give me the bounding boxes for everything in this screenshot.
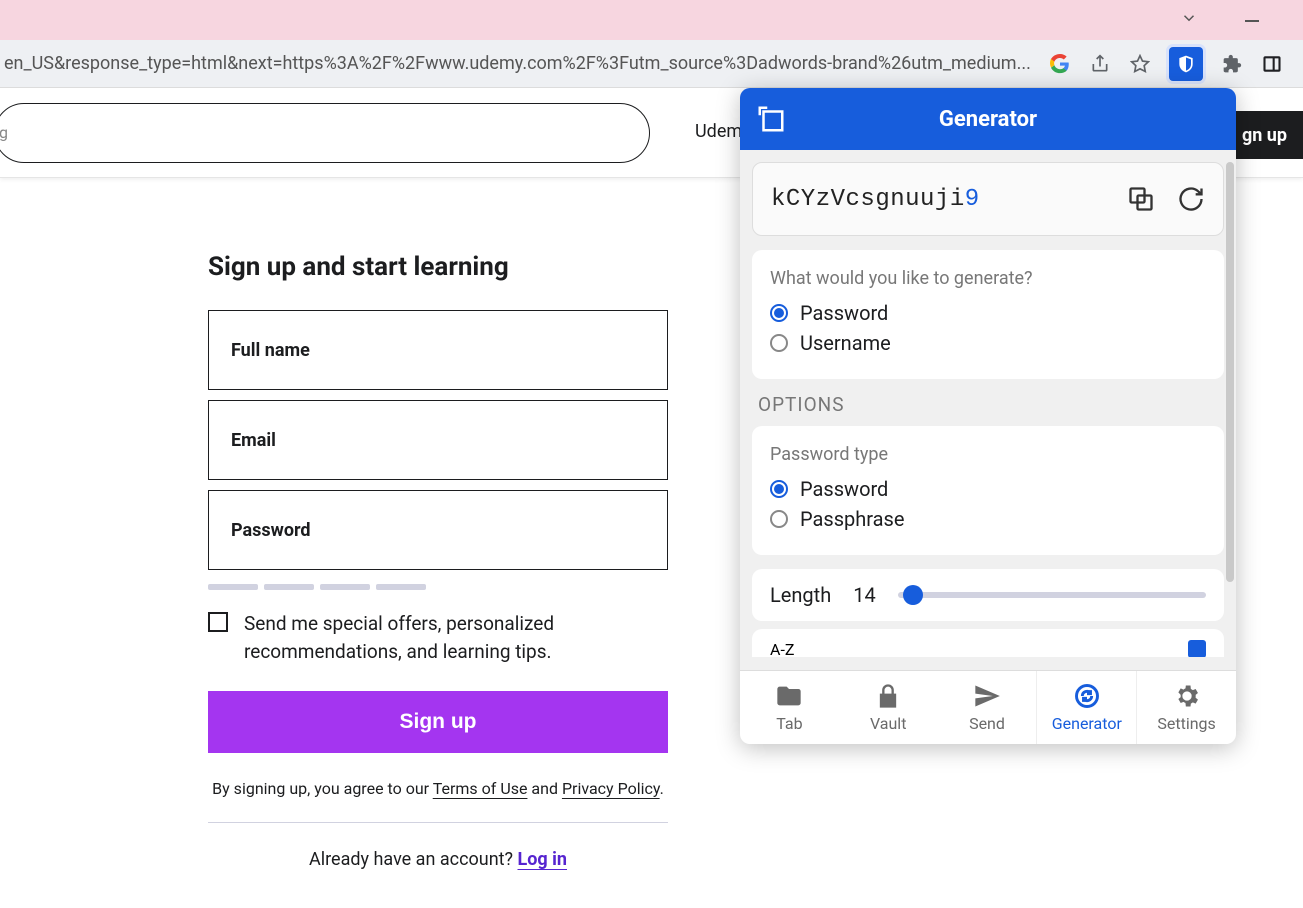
window-title-bar	[0, 0, 1303, 40]
popout-icon[interactable]	[756, 104, 786, 134]
bitwarden-tabbar: Tab Vault Send Generator Settings	[740, 670, 1236, 744]
url-text[interactable]: en_US&response_type=html&next=https%3A%2…	[0, 53, 1033, 74]
privacy-link[interactable]: Privacy Policy	[562, 779, 660, 798]
length-slider[interactable]	[898, 592, 1206, 598]
scrollbar[interactable]	[1226, 162, 1234, 582]
tab-send[interactable]: Send	[938, 671, 1037, 744]
terms-text: By signing up, you agree to our Terms of…	[208, 779, 668, 823]
panel-icon[interactable]	[1261, 53, 1283, 75]
radio-pwtype-password[interactable]: Password	[770, 477, 1206, 501]
generate-type-card: What would you like to generate? Passwor…	[752, 250, 1224, 379]
tab-generator[interactable]: Generator	[1036, 671, 1137, 744]
az-checkbox[interactable]	[1188, 640, 1206, 657]
offers-label: Send me special offers, personalized rec…	[244, 610, 668, 665]
az-toggle-row: A-Z	[752, 629, 1224, 657]
password-type-card: Password type Password Passphrase	[752, 426, 1224, 555]
bitwarden-body: kCYzVcsgnuuji9 What would you like to ge…	[740, 150, 1236, 670]
length-label: Length	[770, 583, 831, 607]
nav-link-udemy[interactable]: Udem	[695, 121, 742, 142]
az-label: A-Z	[770, 640, 794, 658]
bitwarden-title: Generator	[939, 107, 1037, 132]
radio-username[interactable]: Username	[770, 331, 1206, 355]
login-link[interactable]: Log in	[518, 849, 568, 870]
length-row: Length 14	[752, 569, 1224, 621]
browser-url-bar: en_US&response_type=html&next=https%3A%2…	[0, 40, 1303, 88]
already-account: Already have an account? Log in	[208, 849, 668, 870]
share-icon[interactable]	[1089, 53, 1111, 75]
options-heading: OPTIONS	[758, 393, 1224, 416]
password-field[interactable]: Password	[208, 490, 668, 570]
minimize-icon[interactable]	[1245, 20, 1259, 22]
header-signup-button[interactable]: gn up	[1226, 111, 1303, 159]
signup-form: Sign up and start learning Full name Ema…	[208, 252, 668, 870]
length-value: 14	[853, 583, 875, 607]
slider-thumb[interactable]	[903, 585, 923, 605]
chrome-action-icons	[1033, 47, 1293, 81]
generated-password-card: kCYzVcsgnuuji9	[752, 162, 1224, 236]
generated-password: kCYzVcsgnuuji9	[771, 186, 980, 213]
bitwarden-extension-icon[interactable]	[1169, 47, 1203, 81]
extensions-icon[interactable]	[1221, 53, 1243, 75]
radio-pwtype-passphrase[interactable]: Passphrase	[770, 507, 1206, 531]
email-field[interactable]: Email	[208, 400, 668, 480]
regenerate-icon[interactable]	[1177, 185, 1205, 213]
terms-link[interactable]: Terms of Use	[433, 779, 528, 798]
password-type-label: Password type	[770, 444, 1206, 465]
google-icon[interactable]	[1049, 53, 1071, 75]
copy-icon[interactable]	[1127, 185, 1155, 213]
star-icon[interactable]	[1129, 53, 1151, 75]
bitwarden-header: Generator	[740, 88, 1236, 150]
chevron-down-icon[interactable]	[1180, 9, 1198, 32]
full-name-field[interactable]: Full name	[208, 310, 668, 390]
tab-vault[interactable]: Vault	[839, 671, 938, 744]
signup-button[interactable]: Sign up	[208, 691, 668, 753]
offers-checkbox-row: Send me special offers, personalized rec…	[208, 610, 668, 665]
generate-prompt: What would you like to generate?	[770, 268, 1206, 289]
search-input[interactable]: g	[0, 103, 650, 163]
password-strength-meter	[208, 584, 668, 590]
form-title: Sign up and start learning	[208, 252, 668, 282]
bitwarden-popup: Generator kCYzVcsgnuuji9 What would	[740, 88, 1236, 744]
offers-checkbox[interactable]	[208, 612, 228, 632]
tab-tab[interactable]: Tab	[740, 671, 839, 744]
radio-password[interactable]: Password	[770, 301, 1206, 325]
tab-settings[interactable]: Settings	[1137, 671, 1236, 744]
